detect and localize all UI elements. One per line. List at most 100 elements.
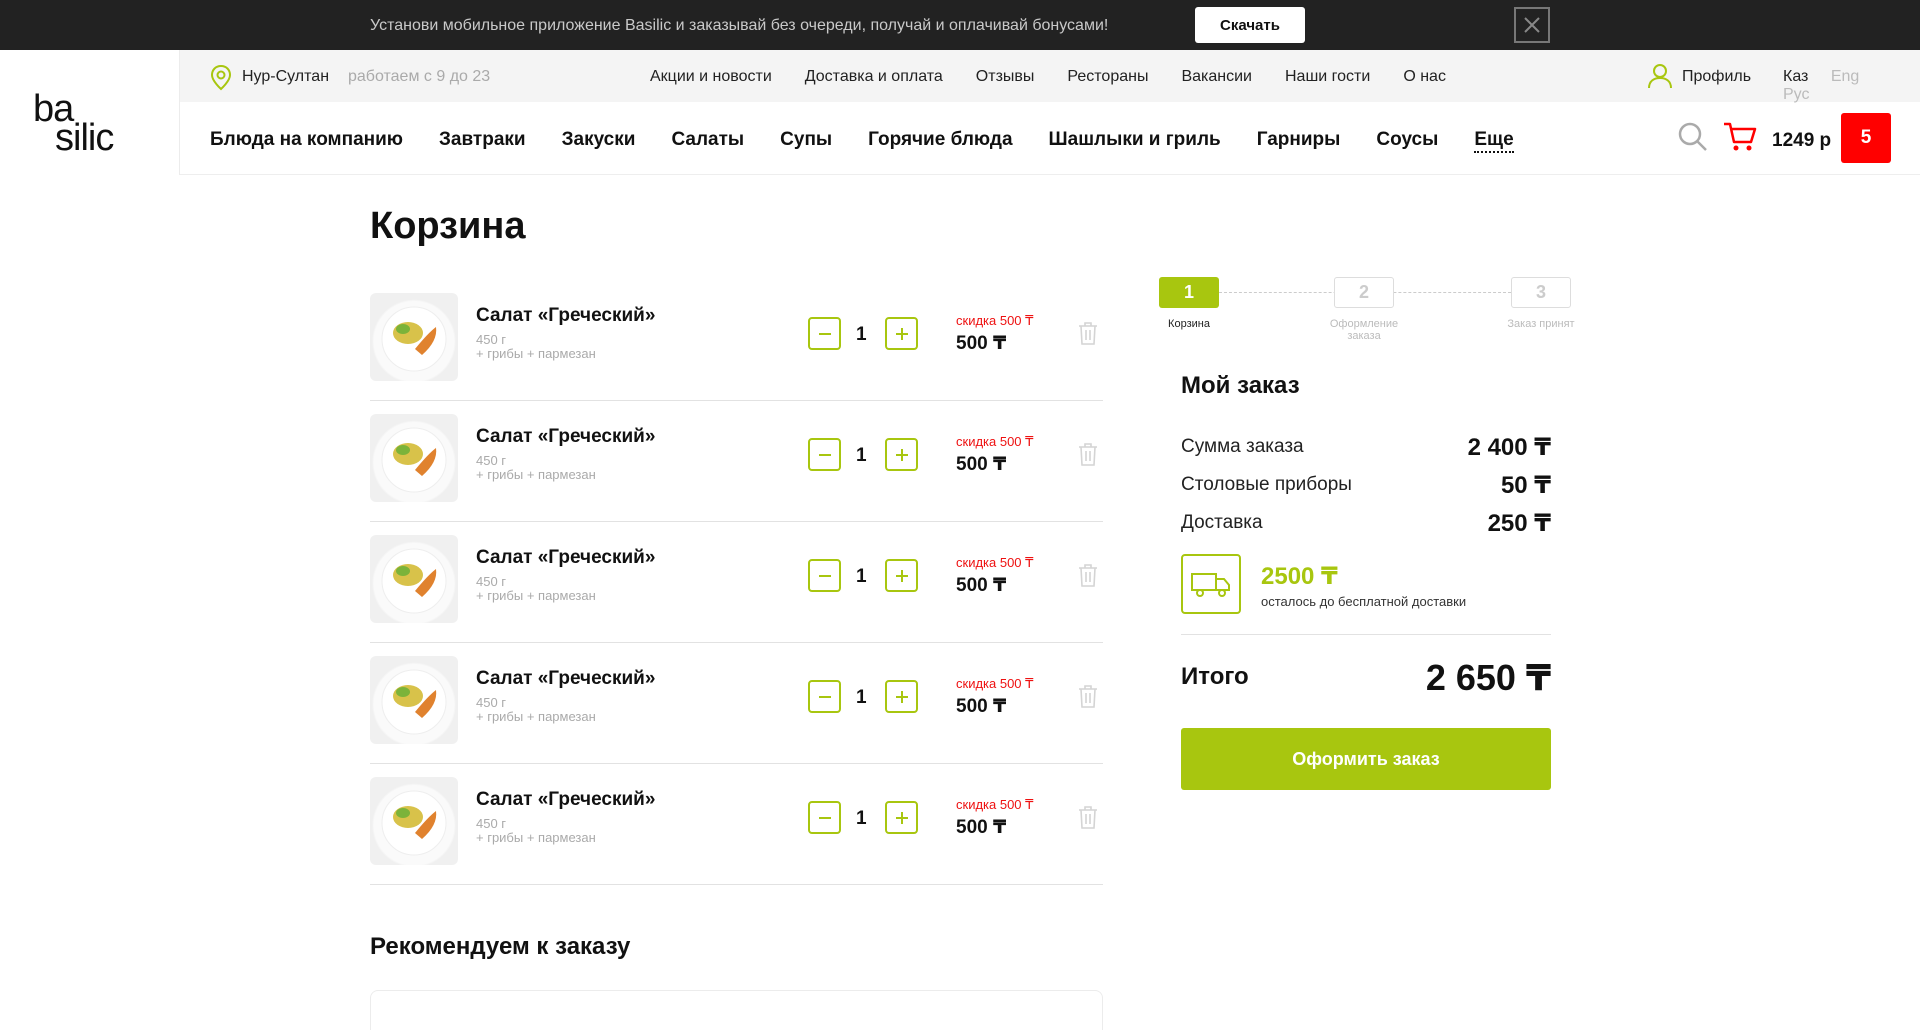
more-categories-link[interactable]: Еще — [1474, 129, 1514, 153]
summary-divider — [1181, 634, 1551, 635]
banner-text: Установи мобильное приложение Basilic и … — [370, 17, 1109, 34]
dish-price: 500 ₸ — [956, 696, 1007, 717]
cart-item: Салат «Греческий» 450 г + грибы + пармез… — [370, 522, 1103, 643]
delivery-truck-icon — [1191, 573, 1230, 597]
increase-quantity-button[interactable] — [885, 559, 918, 592]
category-link[interactable]: Завтраки — [439, 129, 526, 153]
city-selector[interactable]: Нур-Султан — [242, 68, 329, 86]
location-pin-icon — [210, 65, 232, 91]
close-banner-button[interactable] — [1514, 7, 1550, 43]
decrease-quantity-button[interactable] — [808, 317, 841, 350]
trash-icon[interactable] — [1078, 563, 1098, 587]
trash-icon[interactable] — [1078, 442, 1098, 466]
minus-icon — [818, 695, 831, 698]
category-link[interactable]: Супы — [780, 129, 832, 153]
dish-weight: 450 г — [476, 816, 507, 831]
language-switcher: Каз Eng Рус — [1783, 68, 1920, 104]
dish-price: 500 ₸ — [956, 575, 1007, 596]
cart-item: Салат «Греческий» 450 г + грибы + пармез… — [370, 280, 1103, 401]
download-app-button[interactable]: Скачать — [1195, 7, 1305, 43]
summary-row-label: Сумма заказа — [1181, 436, 1304, 457]
search-icon[interactable] — [1678, 122, 1708, 152]
plus-icon — [895, 448, 908, 461]
summary-row-value: 250 ₸ — [1487, 510, 1551, 537]
quantity-value: 1 — [856, 566, 867, 587]
step-1: 1 — [1159, 277, 1219, 308]
decrease-quantity-button[interactable] — [808, 801, 841, 834]
top-nav-link[interactable]: Доставка и оплата — [805, 68, 943, 86]
decrease-quantity-button[interactable] — [808, 559, 841, 592]
quantity-value: 1 — [856, 808, 867, 829]
cart-total[interactable]: 1249 р — [1772, 130, 1831, 152]
top-nav-link[interactable]: Отзывы — [976, 68, 1035, 86]
language-kaz[interactable]: Каз — [1783, 68, 1808, 85]
total-value: 2 650 ₸ — [1425, 657, 1551, 698]
dish-price: 500 ₸ — [956, 333, 1007, 354]
top-nav-link[interactable]: Акции и новости — [650, 68, 772, 86]
logo[interactable]: ba silic — [0, 50, 180, 175]
category-link[interactable]: Соусы — [1376, 129, 1438, 153]
summary-title: Мой заказ — [1181, 372, 1300, 399]
working-hours: работаем с 9 до 23 — [348, 68, 491, 85]
plus-icon — [895, 690, 908, 703]
dish-extras: + грибы + пармезан — [476, 467, 596, 482]
dish-image — [370, 414, 458, 502]
dish-weight: 450 г — [476, 453, 507, 468]
checkout-button[interactable]: Оформить заказ — [1181, 728, 1551, 790]
dish-weight: 450 г — [476, 332, 507, 347]
plus-icon — [895, 327, 908, 340]
minus-icon — [818, 332, 831, 335]
increase-quantity-button[interactable] — [885, 680, 918, 713]
category-link[interactable]: Гарниры — [1257, 129, 1341, 153]
discount-label: скидка 500 ₸ — [956, 797, 1034, 812]
cart-item: Салат «Греческий» 450 г + грибы + пармез… — [370, 764, 1103, 885]
free-delivery-badge — [1181, 554, 1241, 614]
free-delivery-note: осталось до бесплатной доставки — [1261, 594, 1467, 609]
top-nav-link[interactable]: О нас — [1403, 68, 1446, 86]
trash-icon[interactable] — [1078, 805, 1098, 829]
dish-image — [370, 293, 458, 381]
category-link[interactable]: Шашлыки и гриль — [1049, 129, 1221, 153]
minus-icon — [818, 453, 831, 456]
step-1-label: Корзина — [1168, 318, 1210, 330]
top-nav-link[interactable]: Вакансии — [1181, 68, 1252, 86]
dish-image — [370, 656, 458, 744]
summary-row-value: 50 ₸ — [1500, 472, 1551, 499]
discount-label: скидка 500 ₸ — [956, 434, 1034, 449]
top-nav: Акции и новости Доставка и оплата Отзывы… — [650, 68, 1479, 86]
top-nav-link[interactable]: Рестораны — [1067, 68, 1148, 86]
cart-item: Салат «Греческий» 450 г + грибы + пармез… — [370, 643, 1103, 764]
cart-count-badge[interactable]: 5 — [1841, 113, 1891, 163]
quantity-value: 1 — [856, 445, 867, 466]
language-rus[interactable]: Рус — [1783, 86, 1810, 103]
trash-icon[interactable] — [1078, 684, 1098, 708]
summary-row-label: Доставка — [1181, 512, 1263, 533]
category-link[interactable]: Салаты — [671, 129, 744, 153]
minus-icon — [818, 574, 831, 577]
increase-quantity-button[interactable] — [885, 438, 918, 471]
profile-link[interactable]: Профиль — [1682, 68, 1751, 86]
app-promo-banner: Установи мобильное приложение Basilic и … — [0, 0, 1920, 50]
dish-name: Салат «Греческий» — [476, 547, 656, 568]
dish-name: Салат «Греческий» — [476, 426, 656, 447]
category-nav: Блюда на компанию Завтраки Закуски Салат… — [180, 102, 1920, 175]
dish-name: Салат «Греческий» — [476, 305, 656, 326]
dish-price: 500 ₸ — [956, 817, 1007, 838]
increase-quantity-button[interactable] — [885, 801, 918, 834]
checkout-steps: 1 2 3 Корзина Оформление заказа Заказ пр… — [1159, 277, 1575, 357]
increase-quantity-button[interactable] — [885, 317, 918, 350]
category-link[interactable]: Блюда на компанию — [210, 129, 403, 153]
decrease-quantity-button[interactable] — [808, 438, 841, 471]
user-icon[interactable] — [1647, 63, 1673, 89]
recommend-card[interactable] — [370, 990, 1103, 1030]
cart-icon[interactable] — [1723, 121, 1757, 153]
category-link[interactable]: Горячие блюда — [868, 129, 1012, 153]
language-eng[interactable]: Eng — [1831, 68, 1859, 85]
dish-name: Салат «Греческий» — [476, 789, 656, 810]
top-nav-link[interactable]: Наши гости — [1285, 68, 1370, 86]
decrease-quantity-button[interactable] — [808, 680, 841, 713]
category-link[interactable]: Закуски — [562, 129, 636, 153]
plus-icon — [895, 569, 908, 582]
trash-icon[interactable] — [1078, 321, 1098, 345]
quantity-value: 1 — [856, 687, 867, 708]
